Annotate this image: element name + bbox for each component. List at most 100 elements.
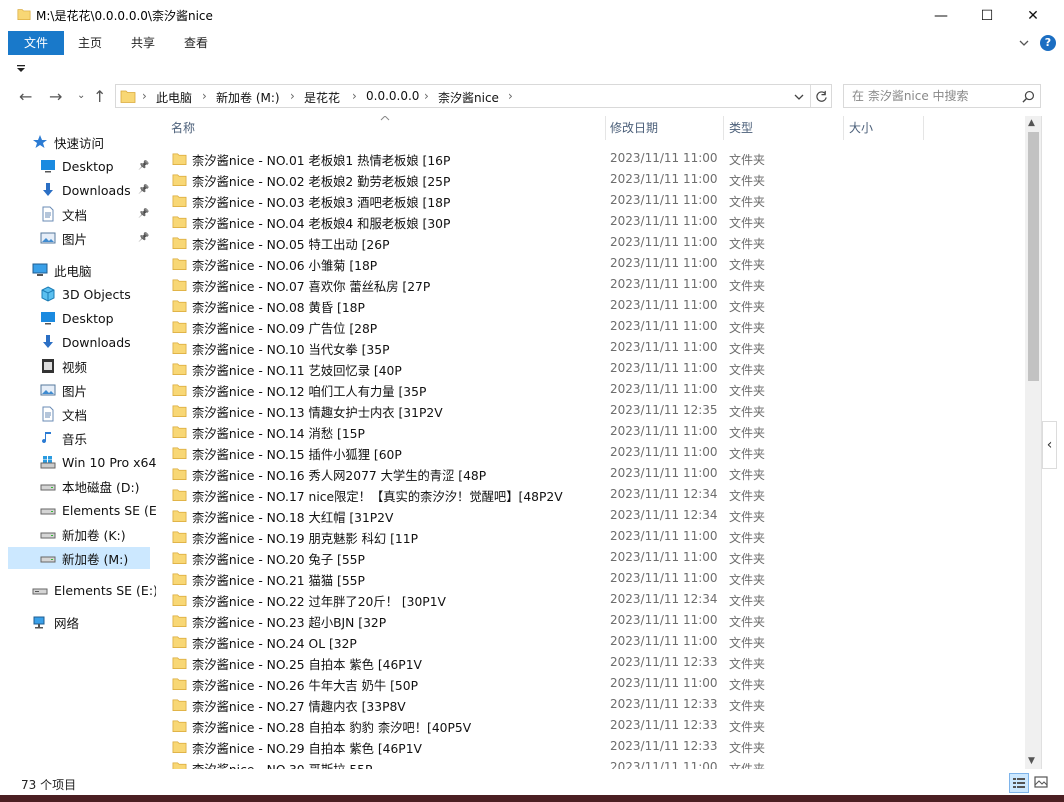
column-header-size[interactable]: 大小 — [849, 116, 873, 140]
file-row[interactable]: 柰汐酱nice - NO.18 大红帽 [31P2V 2023/11/11 12:… — [156, 505, 1025, 526]
nav-item[interactable]: 此电脑 — [0, 259, 156, 281]
breadcrumb-this-pc[interactable]: 此电脑 — [156, 89, 192, 106]
nav-item[interactable]: 本地磁盘 (D:) — [0, 475, 156, 497]
nav-item[interactable]: Downloads — [0, 331, 156, 353]
forward-arrow-icon[interactable]: → — [49, 87, 62, 106]
search-icon[interactable] — [1022, 90, 1035, 103]
nav-item[interactable]: Desktop — [0, 307, 156, 329]
pin-icon[interactable]: 📌 — [138, 233, 149, 243]
vertical-scrollbar[interactable]: ▲ ▼ — [1025, 116, 1041, 769]
address-bar[interactable]: › 此电脑 › 新加卷 (M:) › 是花花 › 0.0.0.0.0 › 柰汐酱… — [115, 84, 832, 108]
file-row[interactable]: 柰汐酱nice - NO.07 喜欢你 蕾丝私房 [27P 2023/11/11 … — [156, 274, 1025, 295]
help-icon[interactable]: ? — [1040, 35, 1056, 51]
nav-item[interactable]: Downloads 📌 — [0, 179, 156, 201]
nav-item[interactable]: Elements SE (E: — [0, 499, 161, 521]
file-row[interactable]: 柰汐酱nice - NO.24 OL [32P 2023/11/11 11:00 文… — [156, 631, 1025, 652]
nav-item[interactable]: 新加卷 (K:) — [0, 523, 156, 545]
file-row[interactable]: 柰汐酱nice - NO.10 当代女拳 [35P 2023/11/11 11:0… — [156, 337, 1025, 358]
search-input[interactable] — [844, 85, 1014, 107]
tab-view[interactable]: 查看 — [176, 31, 216, 55]
expand-ribbon-icon[interactable] — [1018, 37, 1030, 49]
file-row[interactable]: 柰汐酱nice - NO.25 自拍本 紫色 [46P1V 2023/11/11 … — [156, 652, 1025, 673]
recent-locations-icon[interactable]: ⌄ — [77, 90, 85, 101]
column-header-name[interactable]: 名称 — [171, 116, 195, 140]
file-row[interactable]: 柰汐酱nice - NO.26 牛年大吉 奶牛 [50P 2023/11/11 1… — [156, 673, 1025, 694]
nav-item[interactable]: Elements SE (E:) — [0, 579, 158, 601]
scroll-up-icon[interactable]: ▲ — [1028, 118, 1035, 128]
breadcrumb-drive-m[interactable]: 新加卷 (M:) — [216, 89, 280, 106]
chevron-left-icon[interactable]: ‹ — [1042, 421, 1057, 469]
nav-item[interactable]: 文档 — [0, 403, 156, 425]
up-arrow-icon[interactable]: ↑ — [93, 87, 106, 106]
file-row[interactable]: 柰汐酱nice - NO.27 情趣内衣 [33P8V 2023/11/11 12… — [156, 694, 1025, 715]
column-header-date[interactable]: 修改日期 — [610, 116, 658, 140]
file-row[interactable]: 柰汐酱nice - NO.16 秀人网2077 大学生的青涩 [48P 2023/… — [156, 463, 1025, 484]
column-divider[interactable] — [843, 116, 844, 140]
file-row[interactable]: 柰汐酱nice - NO.29 自拍本 紫色 [46P1V 2023/11/11 … — [156, 736, 1025, 757]
file-row[interactable]: 柰汐酱nice - NO.15 插件小狐狸 [60P 2023/11/11 11:… — [156, 442, 1025, 463]
file-row[interactable]: 柰汐酱nice - NO.14 消愁 [15P 2023/11/11 11:00 文… — [156, 421, 1025, 442]
nav-item[interactable]: 图片 📌 — [0, 227, 156, 249]
scrollbar-thumb[interactable] — [1028, 132, 1039, 381]
back-arrow-icon[interactable]: ← — [19, 87, 32, 106]
nav-item[interactable]: 新加卷 (M:) — [8, 547, 150, 569]
chevron-right-icon[interactable]: › — [508, 89, 513, 103]
breadcrumb-version[interactable]: 0.0.0.0.0 — [366, 89, 419, 103]
scroll-down-icon[interactable]: ▼ — [1028, 756, 1035, 766]
file-row[interactable]: 柰汐酱nice - NO.28 自拍本 豹豹 柰汐吧！[40P5V 2023/11… — [156, 715, 1025, 736]
minimize-button[interactable]: — — [918, 0, 964, 31]
file-row[interactable]: 柰汐酱nice - NO.17 nice限定！【真实的柰汐汐！觉醒吧】[48P2… — [156, 484, 1025, 505]
file-row[interactable]: 柰汐酱nice - NO.20 兔子 [55P 2023/11/11 11:00 文… — [156, 547, 1025, 568]
column-divider[interactable] — [923, 116, 924, 140]
breadcrumb-current-folder[interactable]: 柰汐酱nice — [438, 89, 499, 106]
nav-item[interactable]: Win 10 Pro x64 — [0, 451, 156, 473]
file-row[interactable]: 柰汐酱nice - NO.08 黄昏 [18P 2023/11/11 11:00 文… — [156, 295, 1025, 316]
pin-icon[interactable]: 📌 — [138, 185, 149, 195]
file-row[interactable]: 柰汐酱nice - NO.11 艺妓回忆录 [40P 2023/11/11 11:… — [156, 358, 1025, 379]
chevron-right-icon[interactable]: › — [142, 89, 147, 103]
chevron-right-icon[interactable]: › — [424, 89, 429, 103]
address-dropdown-icon[interactable] — [794, 92, 804, 102]
nav-item[interactable]: 网络 — [0, 611, 156, 633]
breadcrumb-huahua[interactable]: 是花花 — [304, 89, 340, 106]
nav-item[interactable]: 视频 — [0, 355, 156, 377]
tab-share[interactable]: 共享 — [122, 31, 164, 55]
details-view-button[interactable] — [1009, 773, 1029, 793]
nav-item[interactable]: 3D Objects — [0, 283, 156, 305]
nav-item[interactable]: 文档 📌 — [0, 203, 156, 225]
column-divider[interactable] — [605, 116, 606, 140]
file-row[interactable]: 柰汐酱nice - NO.03 老板娘3 酒吧老板娘 [18P 2023/11/1… — [156, 190, 1025, 211]
large-icons-view-button[interactable] — [1032, 773, 1052, 793]
file-row[interactable]: 柰汐酱nice - NO.23 超小BJN [32P 2023/11/11 11:… — [156, 610, 1025, 631]
close-button[interactable]: ✕ — [1010, 0, 1056, 31]
file-row[interactable]: 柰汐酱nice - NO.04 老板娘4 和服老板娘 [30P 2023/11/1… — [156, 211, 1025, 232]
pin-icon[interactable]: 📌 — [138, 161, 149, 171]
chevron-right-icon[interactable]: › — [290, 89, 295, 103]
file-row[interactable]: 柰汐酱nice - NO.01 老板娘1 热情老板娘 [16P 2023/11/1… — [156, 148, 1025, 169]
nav-item[interactable]: 音乐 — [0, 427, 156, 449]
tab-file[interactable]: 文件 — [8, 31, 64, 55]
file-row[interactable]: 柰汐酱nice - NO.19 朋克魅影 科幻 [11P 2023/11/11 1… — [156, 526, 1025, 547]
file-row[interactable]: 柰汐酱nice - NO.30 哥斯拉 55P 2023/11/11 11:00 文… — [156, 757, 1025, 769]
chevron-right-icon[interactable]: › — [352, 89, 357, 103]
maximize-button[interactable]: ☐ — [964, 0, 1010, 31]
chevron-right-icon[interactable]: › — [202, 89, 207, 103]
file-row[interactable]: 柰汐酱nice - NO.09 广告位 [28P 2023/11/11 11:00… — [156, 316, 1025, 337]
file-row[interactable]: 柰汐酱nice - NO.21 猫猫 [55P 2023/11/11 11:00 文… — [156, 568, 1025, 589]
file-row[interactable]: 柰汐酱nice - NO.22 过年胖了20斤！ [30P1V 2023/11/1… — [156, 589, 1025, 610]
pin-icon[interactable]: 📌 — [138, 209, 149, 219]
column-divider[interactable] — [723, 116, 724, 140]
customize-toolbar-icon[interactable] — [16, 65, 26, 73]
file-row[interactable]: 柰汐酱nice - NO.13 情趣女护士内衣 [31P2V 2023/11/11… — [156, 400, 1025, 421]
column-header-type[interactable]: 类型 — [729, 116, 753, 140]
file-row[interactable]: 柰汐酱nice - NO.12 咱们工人有力量 [35P 2023/11/11 1… — [156, 379, 1025, 400]
search-box[interactable] — [843, 84, 1041, 108]
file-row[interactable]: 柰汐酱nice - NO.02 老板娘2 勤劳老板娘 [25P 2023/11/1… — [156, 169, 1025, 190]
nav-item[interactable]: 快速访问 — [0, 131, 156, 153]
tab-home[interactable]: 主页 — [70, 31, 110, 55]
file-row[interactable]: 柰汐酱nice - NO.05 特工出动 [26P 2023/11/11 11:0… — [156, 232, 1025, 253]
nav-item[interactable]: Desktop 📌 — [0, 155, 156, 177]
file-row[interactable]: 柰汐酱nice - NO.06 小雏菊 [18P 2023/11/11 11:00… — [156, 253, 1025, 274]
nav-item[interactable]: 图片 — [0, 379, 156, 401]
refresh-icon[interactable] — [815, 90, 828, 103]
